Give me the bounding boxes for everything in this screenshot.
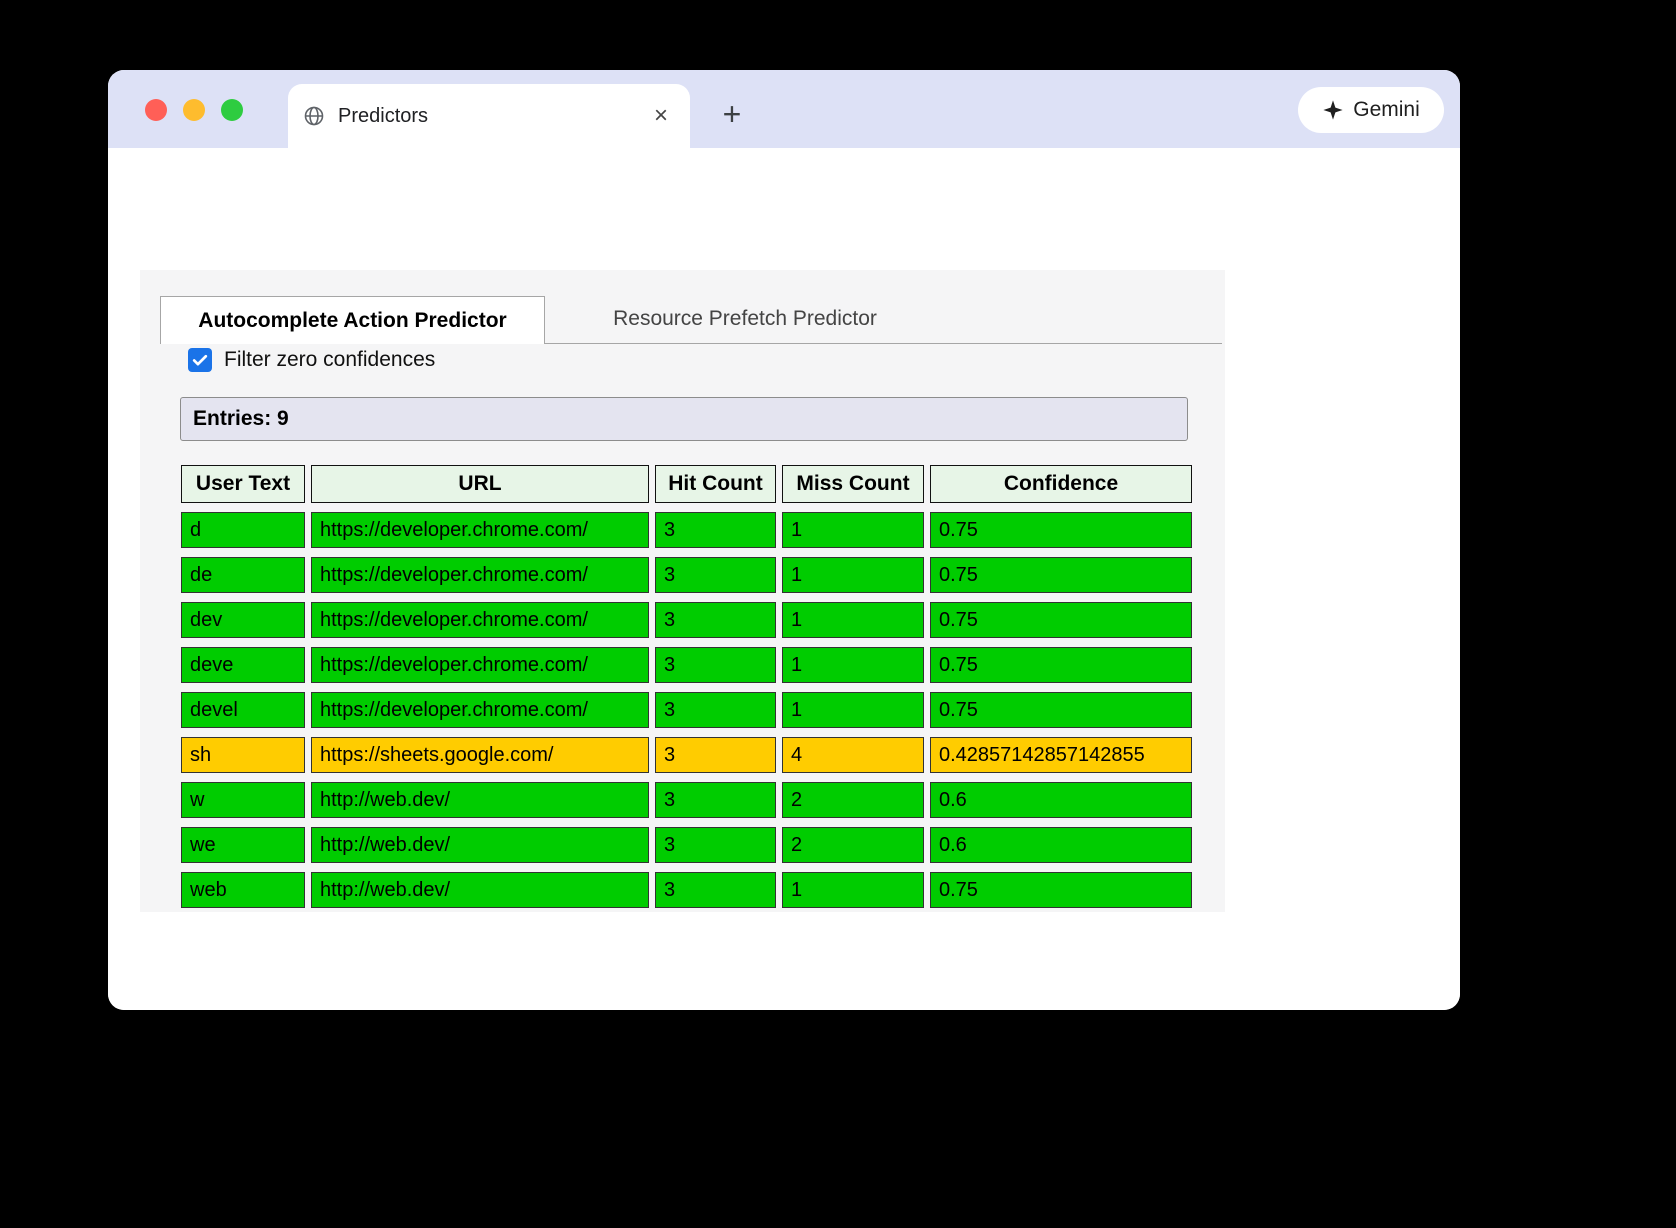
table-row: whttp://web.dev/320.6 — [181, 782, 1192, 818]
tab-close-icon[interactable]: × — [646, 101, 676, 131]
cell-confidence: 0.75 — [930, 872, 1192, 908]
cell-user-text: deve — [181, 647, 305, 683]
toolbar: Chrome chrome://predictors — [108, 148, 1460, 232]
cell-url: https://developer.chrome.com/ — [311, 647, 649, 683]
cell-miss-count: 1 — [782, 602, 924, 638]
tab-resource-prefetch-predictor[interactable]: Resource Prefetch Predictor — [575, 295, 915, 343]
cell-confidence: 0.42857142857142855 — [930, 737, 1192, 773]
sparkle-icon — [1322, 99, 1344, 121]
cell-confidence: 0.6 — [930, 827, 1192, 863]
page-tabs: Autocomplete Action Predictor Resource P… — [160, 296, 1222, 344]
cell-user-text: w — [181, 782, 305, 818]
globe-icon — [302, 104, 326, 128]
table-row: devehttps://developer.chrome.com/310.75 — [181, 647, 1192, 683]
cell-url: https://developer.chrome.com/ — [311, 512, 649, 548]
cell-user-text: d — [181, 512, 305, 548]
predictor-table: User TextURLHit CountMiss CountConfidenc… — [175, 456, 1198, 917]
cell-hit-count: 3 — [655, 557, 776, 593]
cell-hit-count: 3 — [655, 872, 776, 908]
cell-confidence: 0.75 — [930, 647, 1192, 683]
column-header: Hit Count — [655, 465, 776, 503]
cell-url: https://developer.chrome.com/ — [311, 602, 649, 638]
gemini-label: Gemini — [1353, 98, 1420, 122]
cell-user-text: sh — [181, 737, 305, 773]
cell-miss-count: 4 — [782, 737, 924, 773]
cell-miss-count: 2 — [782, 827, 924, 863]
cell-miss-count: 1 — [782, 512, 924, 548]
close-window-button[interactable] — [145, 99, 167, 121]
entries-bar: Entries: 9 — [180, 397, 1188, 441]
cell-url: http://web.dev/ — [311, 782, 649, 818]
checkmark-icon — [190, 350, 210, 370]
cell-url: https://sheets.google.com/ — [311, 737, 649, 773]
cell-url: http://web.dev/ — [311, 827, 649, 863]
predictors-content: Autocomplete Action Predictor Resource P… — [140, 270, 1225, 912]
cell-user-text: de — [181, 557, 305, 593]
column-header: Confidence — [930, 465, 1192, 503]
cell-confidence: 0.75 — [930, 512, 1192, 548]
table-row: dhttps://developer.chrome.com/310.75 — [181, 512, 1192, 548]
cell-hit-count: 3 — [655, 602, 776, 638]
page-viewport: Autocomplete Action Predictor Resource P… — [108, 232, 1460, 1010]
cell-miss-count: 1 — [782, 692, 924, 728]
tab-autocomplete-action-predictor[interactable]: Autocomplete Action Predictor — [160, 296, 545, 344]
browser-window: Predictors × + Gemini — [108, 70, 1460, 1010]
column-header: User Text — [181, 465, 305, 503]
tab-title: Predictors — [338, 105, 646, 128]
cell-hit-count: 3 — [655, 692, 776, 728]
cell-confidence: 0.6 — [930, 782, 1192, 818]
cell-miss-count: 1 — [782, 647, 924, 683]
table-row: webhttp://web.dev/310.75 — [181, 872, 1192, 908]
cell-user-text: dev — [181, 602, 305, 638]
table-row: dehttps://developer.chrome.com/310.75 — [181, 557, 1192, 593]
cell-user-text: we — [181, 827, 305, 863]
filter-label: Filter zero confidences — [224, 348, 435, 372]
cell-confidence: 0.75 — [930, 602, 1192, 638]
table-row: devhttps://developer.chrome.com/310.75 — [181, 602, 1192, 638]
cell-hit-count: 3 — [655, 737, 776, 773]
filter-zero-confidences-checkbox[interactable] — [188, 348, 212, 372]
entries-label: Entries: 9 — [193, 407, 289, 431]
cell-confidence: 0.75 — [930, 557, 1192, 593]
cell-hit-count: 3 — [655, 647, 776, 683]
cell-hit-count: 3 — [655, 782, 776, 818]
cell-user-text: web — [181, 872, 305, 908]
cell-url: http://web.dev/ — [311, 872, 649, 908]
minimize-window-button[interactable] — [183, 99, 205, 121]
browser-tab[interactable]: Predictors × — [288, 84, 690, 148]
header-row: User TextURLHit CountMiss CountConfidenc… — [181, 465, 1192, 503]
table-row: wehttp://web.dev/320.6 — [181, 827, 1192, 863]
table-row: develhttps://developer.chrome.com/310.75 — [181, 692, 1192, 728]
cell-hit-count: 3 — [655, 512, 776, 548]
gemini-button[interactable]: Gemini — [1298, 87, 1444, 133]
cell-url: https://developer.chrome.com/ — [311, 692, 649, 728]
filter-row: Filter zero confidences — [188, 348, 435, 372]
cell-miss-count: 1 — [782, 557, 924, 593]
tab-strip: Predictors × + Gemini — [108, 70, 1460, 148]
cell-miss-count: 1 — [782, 872, 924, 908]
cell-confidence: 0.75 — [930, 692, 1192, 728]
column-header: URL — [311, 465, 649, 503]
cell-miss-count: 2 — [782, 782, 924, 818]
column-header: Miss Count — [782, 465, 924, 503]
cell-user-text: devel — [181, 692, 305, 728]
zoom-window-button[interactable] — [221, 99, 243, 121]
cell-url: https://developer.chrome.com/ — [311, 557, 649, 593]
cell-hit-count: 3 — [655, 827, 776, 863]
new-tab-button[interactable]: + — [712, 94, 752, 134]
table-row: shhttps://sheets.google.com/340.42857142… — [181, 737, 1192, 773]
